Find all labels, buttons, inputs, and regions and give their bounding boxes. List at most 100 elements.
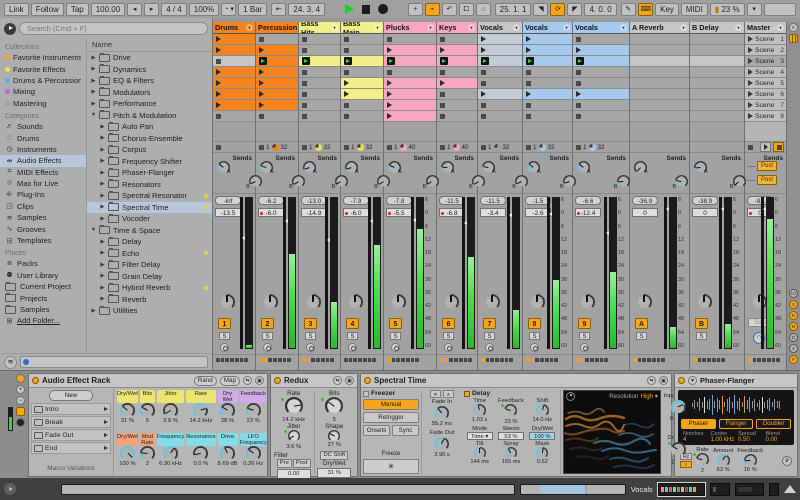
output-level-pill[interactable]: -6.6 bbox=[575, 196, 601, 205]
macro-label[interactable]: Dry/Wet bbox=[117, 390, 138, 403]
delay-stereo-field[interactable]: 53 % bbox=[497, 432, 524, 440]
clip[interactable] bbox=[213, 67, 255, 78]
phaser-title-bar[interactable]: ▼ Phaser-Flanger bbox=[675, 374, 797, 388]
clip-stop-icon[interactable] bbox=[440, 91, 445, 97]
jitter-knob[interactable] bbox=[287, 430, 300, 442]
clip-slot[interactable] bbox=[299, 89, 340, 100]
macro-variation-break[interactable]: Break bbox=[31, 416, 111, 428]
track-menu-icon[interactable]: ▾ bbox=[735, 24, 742, 31]
track-header[interactable]: Vocals ▾ bbox=[573, 22, 629, 34]
clip-slot[interactable] bbox=[341, 100, 383, 111]
save-preset-icon[interactable]: ▣ bbox=[659, 376, 668, 385]
volume-field[interactable]: -6.0 bbox=[343, 208, 369, 217]
sidebar-item-current-project[interactable]: Current Project bbox=[0, 281, 86, 292]
variation-launch-icon[interactable] bbox=[104, 446, 108, 450]
clip-stop-icon[interactable] bbox=[387, 36, 392, 42]
solo-button[interactable]: S bbox=[390, 332, 401, 340]
pan-knob[interactable] bbox=[636, 294, 652, 310]
playing-clip[interactable] bbox=[299, 56, 340, 67]
clip[interactable] bbox=[213, 45, 255, 56]
macro-variation-end[interactable]: End bbox=[31, 442, 111, 454]
clip-stop-icon[interactable] bbox=[302, 47, 307, 53]
chevron-right-icon[interactable]: ▶ bbox=[99, 147, 106, 153]
solo-button[interactable]: S bbox=[696, 332, 707, 340]
rack-macro-view-icon[interactable] bbox=[16, 407, 25, 416]
sidebar-item-mastering[interactable]: Mastering bbox=[0, 98, 86, 109]
variation-launch-icon[interactable] bbox=[104, 433, 108, 437]
macro-label[interactable]: Resonance bbox=[186, 432, 216, 446]
clip-launch-icon[interactable] bbox=[259, 69, 264, 75]
clip-slot[interactable] bbox=[299, 34, 340, 45]
delay-shift-knob[interactable] bbox=[535, 404, 549, 417]
chevron-right-icon[interactable]: ▶ bbox=[99, 239, 106, 245]
filter-pre-button[interactable]: Pre bbox=[276, 459, 292, 468]
macro-knob[interactable] bbox=[193, 403, 209, 418]
clip[interactable] bbox=[523, 45, 572, 56]
play-button[interactable] bbox=[345, 4, 355, 14]
playing-clip[interactable] bbox=[341, 56, 383, 67]
rack-expand-icon[interactable]: + bbox=[16, 385, 25, 394]
clip-stop-icon[interactable] bbox=[481, 102, 486, 108]
stop-icon[interactable] bbox=[302, 144, 307, 150]
follow-song-icon[interactable]: ⇤ bbox=[271, 2, 287, 16]
clip-stop-icon[interactable] bbox=[302, 113, 307, 119]
delay-feedback-value[interactable]: 23 % bbox=[505, 419, 518, 425]
search-input[interactable] bbox=[19, 22, 208, 35]
clip-slot[interactable] bbox=[573, 111, 629, 122]
track-activator-button[interactable]: B bbox=[695, 318, 708, 329]
macro-knob[interactable] bbox=[245, 403, 261, 418]
clip-slot[interactable] bbox=[437, 89, 477, 100]
stop-icon[interactable] bbox=[576, 144, 581, 150]
session-record-icon[interactable]: ○ bbox=[475, 2, 491, 16]
device-on-icon[interactable] bbox=[364, 377, 371, 384]
volume-fader[interactable] bbox=[411, 197, 419, 349]
clip-stop-icon[interactable] bbox=[344, 113, 349, 119]
pan-knob[interactable] bbox=[696, 294, 712, 310]
clip-slot[interactable] bbox=[437, 67, 477, 78]
volume-fader[interactable] bbox=[604, 197, 612, 349]
clip[interactable] bbox=[213, 78, 255, 89]
stop-icon[interactable] bbox=[216, 144, 221, 150]
macro-value[interactable]: 3.6 % bbox=[163, 418, 178, 424]
tree-item-filter-delay[interactable]: ▶ Filter Delay bbox=[87, 259, 212, 271]
pan-knob[interactable] bbox=[529, 294, 545, 310]
macro-label[interactable]: Dry Wet bbox=[217, 390, 238, 403]
macro-value[interactable]: 100 % bbox=[119, 461, 135, 467]
chevron-right-icon[interactable]: ▶ bbox=[99, 285, 106, 291]
clip[interactable] bbox=[523, 89, 572, 100]
rack-on-icon[interactable] bbox=[16, 374, 25, 383]
input-send-knob[interactable] bbox=[670, 400, 686, 415]
clip-stop-icon[interactable] bbox=[526, 102, 531, 108]
clip-stop-icon[interactable] bbox=[481, 69, 486, 75]
solo-button[interactable]: S bbox=[579, 332, 590, 340]
sidebar-item-projects[interactable]: Projects bbox=[0, 292, 86, 303]
clip-launch-icon[interactable] bbox=[576, 47, 581, 53]
track-menu-icon[interactable]: ▾ bbox=[427, 24, 434, 31]
arrangement-position-field[interactable]: 24. 3. 4 bbox=[288, 2, 326, 16]
param-value[interactable]: 1.00 kHz bbox=[711, 437, 737, 443]
sync-note-toggle[interactable]: ♪ bbox=[680, 461, 692, 468]
chevron-right-icon[interactable]: ▶ bbox=[99, 216, 106, 222]
stop-icon[interactable] bbox=[259, 144, 264, 150]
clip-slot[interactable] bbox=[437, 34, 477, 45]
clip-slot[interactable] bbox=[384, 67, 436, 78]
onsets-button[interactable]: Onsets bbox=[363, 425, 390, 436]
clip-slot[interactable] bbox=[573, 100, 629, 111]
macro-value[interactable]: 0.0 % bbox=[193, 461, 208, 467]
chevron-right-icon[interactable]: ▶ bbox=[90, 78, 97, 84]
delay-feedback-knob[interactable] bbox=[504, 404, 518, 417]
fade-out-value[interactable]: 3.90 s bbox=[434, 452, 450, 458]
tree-item-spectral-time[interactable]: ▶ Spectral Time bbox=[87, 201, 212, 213]
groove-amount-field[interactable]: 100% bbox=[188, 2, 220, 16]
tree-item-performance[interactable]: ▶ Performance bbox=[87, 98, 212, 110]
track-header[interactable]: Plucks ▾ bbox=[384, 22, 436, 34]
clip[interactable] bbox=[478, 34, 522, 45]
clip[interactable] bbox=[341, 89, 383, 100]
clip-slot[interactable] bbox=[437, 111, 477, 122]
volume-fader[interactable] bbox=[240, 197, 248, 349]
clip-slot[interactable] bbox=[299, 45, 340, 56]
track-menu-icon[interactable]: ▾ bbox=[374, 24, 381, 31]
clip-stop-icon[interactable] bbox=[481, 80, 486, 86]
clip[interactable] bbox=[213, 100, 255, 111]
clip-slot[interactable] bbox=[523, 100, 572, 111]
